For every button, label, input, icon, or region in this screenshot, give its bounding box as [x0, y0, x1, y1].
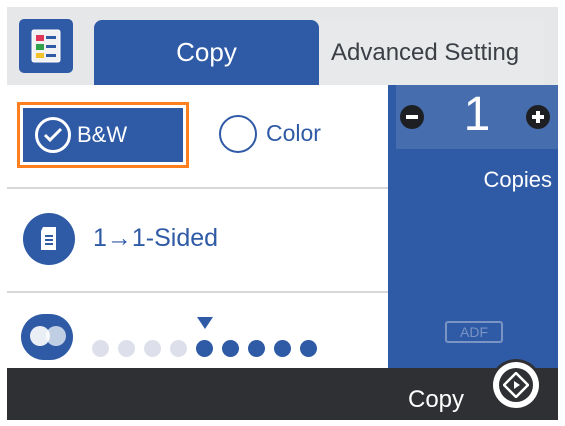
check-circle-icon: [35, 117, 71, 153]
density-dot[interactable]: [222, 340, 239, 357]
top-bar: Copy Advanced Setting: [7, 7, 558, 85]
density-dot[interactable]: [170, 340, 187, 357]
tab-advanced-settings[interactable]: Advanced Setting: [319, 20, 544, 85]
density-icon: [21, 314, 73, 360]
density-dot[interactable]: [300, 340, 317, 357]
color-radio-icon[interactable]: [219, 115, 257, 153]
copies-panel: 1 Copies ADF: [388, 85, 558, 368]
color-option-label[interactable]: Color: [266, 120, 321, 147]
density-dot[interactable]: [144, 340, 161, 357]
density-dot[interactable]: [248, 340, 265, 357]
home-button[interactable]: [19, 19, 73, 73]
copy-start-label: Copy: [408, 386, 465, 413]
adf-indicator: ADF: [445, 321, 503, 343]
plus-icon[interactable]: [526, 105, 550, 129]
document-sided-icon: [23, 213, 75, 265]
settings-list: B&W Color 1→1-Sided: [7, 85, 388, 372]
density-dot[interactable]: [92, 340, 109, 357]
bottom-bar: Copy: [7, 368, 558, 420]
home-menu-icon: [31, 29, 61, 63]
sided-row[interactable]: 1→1-Sided: [7, 189, 388, 293]
start-diamond-icon: [503, 372, 529, 398]
printer-control-panel: Copy Advanced Setting B&W Color 1→1-Side…: [7, 7, 558, 420]
copies-label: Copies: [483, 167, 552, 192]
density-dot[interactable]: [118, 340, 135, 357]
density-marker-icon: [197, 317, 213, 329]
sided-label: 1→1-Sided: [93, 224, 219, 252]
color-mode-row: B&W Color: [7, 85, 388, 189]
bw-option-label: B&W: [77, 122, 128, 147]
density-dot[interactable]: [274, 340, 291, 357]
density-row[interactable]: [7, 293, 388, 372]
density-dot[interactable]: [196, 340, 213, 357]
copies-counter: 1: [396, 85, 558, 149]
start-copy-button[interactable]: [493, 362, 539, 408]
bw-option-button[interactable]: B&W: [23, 108, 183, 162]
tab-copy[interactable]: Copy: [94, 20, 319, 85]
